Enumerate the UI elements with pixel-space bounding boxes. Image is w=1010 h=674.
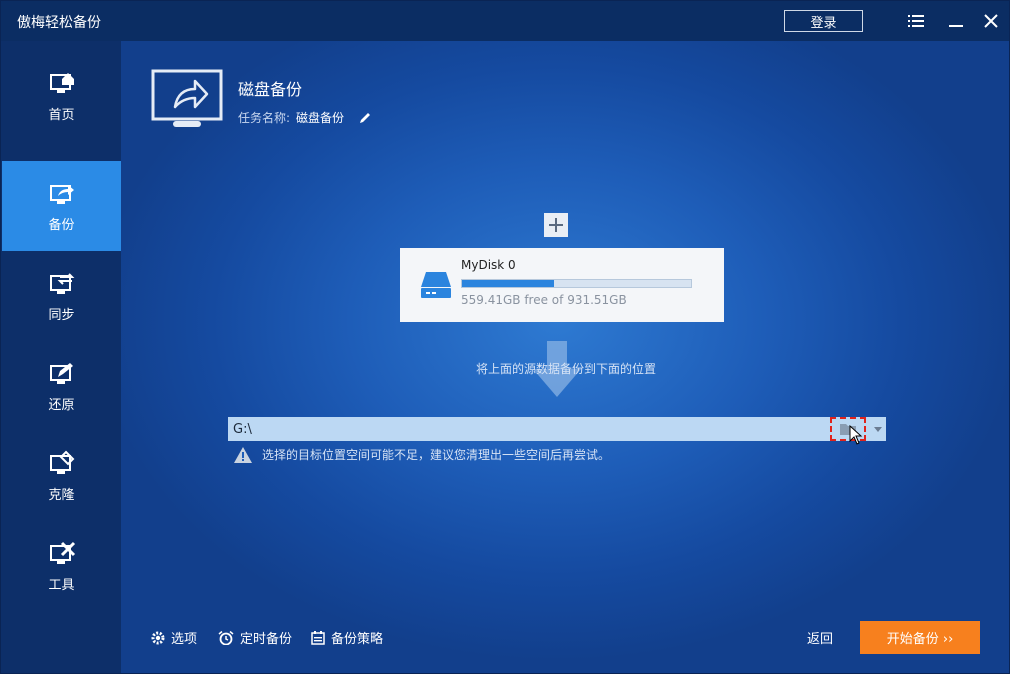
sidebar: 首页 备份 同步 还原 克隆 工具 [1, 41, 121, 673]
sidebar-item-label: 工具 [48, 577, 75, 593]
destination-path-input[interactable] [228, 417, 828, 441]
disk-backup-monitor-icon [151, 69, 223, 127]
login-button[interactable]: 登录 [784, 10, 863, 32]
close-icon[interactable] [979, 9, 1003, 33]
disk-usage-fill [462, 280, 554, 287]
chevron-down-icon [874, 426, 882, 432]
back-button[interactable]: 返回 [807, 628, 833, 647]
task-name-label: 任务名称: [238, 111, 291, 125]
app-window: 傲梅轻松备份 登录 首页 备份 同步 还原 克隆 工具 磁盘备份 任务名称: 磁… [0, 0, 1010, 674]
sidebar-item-label: 还原 [48, 397, 75, 413]
disk-name: MyDisk 0 [461, 258, 516, 272]
main-panel: 磁盘备份 任务名称: 磁盘备份 MyDisk 0 559.41GB free o… [121, 41, 1009, 673]
pencil-icon[interactable] [358, 111, 372, 125]
restore-monitor-icon [49, 362, 73, 384]
task-name-value: 磁盘备份 [296, 111, 345, 125]
gear-icon [151, 631, 165, 644]
sidebar-item-label: 备份 [48, 217, 75, 233]
disk-free-text: 559.41GB free of 931.51GB [461, 293, 627, 307]
hard-disk-icon [421, 272, 451, 298]
sidebar-item-sync[interactable]: 同步 [2, 251, 121, 341]
start-backup-button[interactable]: 开始备份 ›› [860, 621, 980, 654]
destination-field [228, 417, 886, 441]
options-button[interactable]: 选项 [151, 628, 197, 647]
options-label: 选项 [171, 632, 198, 647]
sync-monitor-icon [49, 272, 74, 294]
mouse-cursor-icon [849, 425, 863, 445]
sidebar-item-backup[interactable]: 备份 [2, 161, 121, 251]
add-source-button[interactable] [544, 213, 568, 237]
sidebar-item-label: 同步 [48, 307, 75, 323]
disk-usage-bar [461, 279, 692, 288]
task-title: 磁盘备份 [238, 80, 303, 99]
sidebar-item-restore[interactable]: 还原 [2, 341, 121, 431]
sidebar-item-tools[interactable]: 工具 [2, 521, 121, 611]
source-disk-card[interactable]: MyDisk 0 559.41GB free of 931.51GB [400, 248, 724, 322]
clone-monitor-icon [49, 450, 74, 474]
menu-icon[interactable] [904, 9, 928, 33]
schedule-button[interactable]: 定时备份 [218, 628, 292, 647]
flow-hint-text: 将上面的源数据备份到下面的位置 [475, 362, 656, 376]
task-name-row: 任务名称: 磁盘备份 [238, 109, 372, 126]
title-bar: 傲梅轻松备份 登录 [1, 1, 1009, 41]
alarm-clock-icon [218, 630, 234, 645]
home-monitor-icon [49, 72, 74, 93]
tools-monitor-icon [49, 541, 75, 564]
sidebar-item-clone[interactable]: 克隆 [2, 431, 121, 521]
plus-icon [549, 218, 563, 232]
warning-text: 选择的目标位置空间可能不足，建议您清理出一些空间后再尝试。 [262, 448, 611, 462]
minimize-icon[interactable] [944, 9, 968, 33]
destination-dropdown-button[interactable] [870, 417, 886, 441]
warning-icon [234, 446, 252, 463]
sidebar-item-home[interactable]: 首页 [2, 51, 121, 141]
backup-scheme-button[interactable]: 备份策略 [311, 628, 383, 647]
backup-scheme-label: 备份策略 [331, 632, 384, 647]
backup-monitor-icon [49, 184, 74, 204]
schedule-label: 定时备份 [240, 632, 293, 647]
sidebar-item-label: 首页 [48, 107, 75, 123]
sidebar-item-label: 克隆 [48, 487, 75, 503]
calendar-list-icon [311, 630, 325, 645]
warning-row: 选择的目标位置空间可能不足，建议您清理出一些空间后再尝试。 [234, 446, 610, 463]
app-title: 傲梅轻松备份 [17, 15, 101, 31]
